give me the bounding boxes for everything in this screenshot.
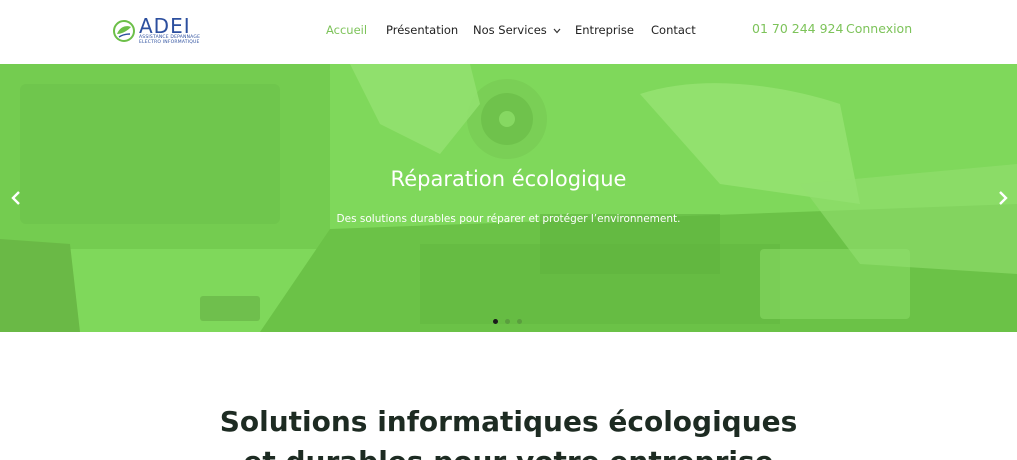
site-header: ADEI ASSISTANCE DEPANNAGE ELECTRO INFORM…	[0, 0, 1017, 64]
login-link[interactable]: Connexion	[846, 21, 912, 37]
section-heading-line2: et durables pour votre entreprise	[243, 445, 773, 460]
section-heading-line1: Solutions informatiques écologiques	[219, 405, 798, 438]
hero-background-image	[0, 64, 1017, 332]
slider-dot-3[interactable]	[517, 319, 522, 324]
nav-item-contact[interactable]: Contact	[651, 22, 696, 38]
nav-item-services-label: Nos Services	[473, 23, 547, 37]
hero-slider: Réparation écologique Des solutions dura…	[0, 64, 1017, 332]
chevron-down-icon	[553, 28, 561, 33]
section-heading: Solutions informatiques écologiques et d…	[0, 402, 1017, 460]
chevron-left-icon[interactable]	[7, 188, 25, 208]
phone-number[interactable]: 01 70 244 924	[752, 21, 843, 37]
nav-item-entreprise[interactable]: Entreprise	[575, 22, 634, 38]
nav-item-services[interactable]: Nos Services	[473, 22, 561, 38]
slider-dot-2[interactable]	[505, 319, 510, 324]
chevron-right-icon[interactable]	[994, 188, 1012, 208]
hero-title: Réparation écologique	[390, 167, 627, 191]
logo-tagline-line2: ELECTRO INFORMATIQUE	[139, 40, 200, 45]
hero-subtitle: Des solutions durables pour réparer et p…	[336, 213, 681, 225]
logo-tagline: ASSISTANCE DEPANNAGE ELECTRO INFORMATIQU…	[139, 35, 200, 45]
site-logo[interactable]: ADEI ASSISTANCE DEPANNAGE ELECTRO INFORM…	[112, 14, 216, 45]
logo-name: ADEI	[139, 14, 191, 38]
nav-item-accueil[interactable]: Accueil	[326, 22, 367, 38]
leaf-globe-icon	[113, 20, 135, 42]
nav-item-presentation[interactable]: Présentation	[386, 22, 458, 38]
slider-dot-1[interactable]	[493, 319, 498, 324]
slider-pagination	[493, 319, 525, 325]
